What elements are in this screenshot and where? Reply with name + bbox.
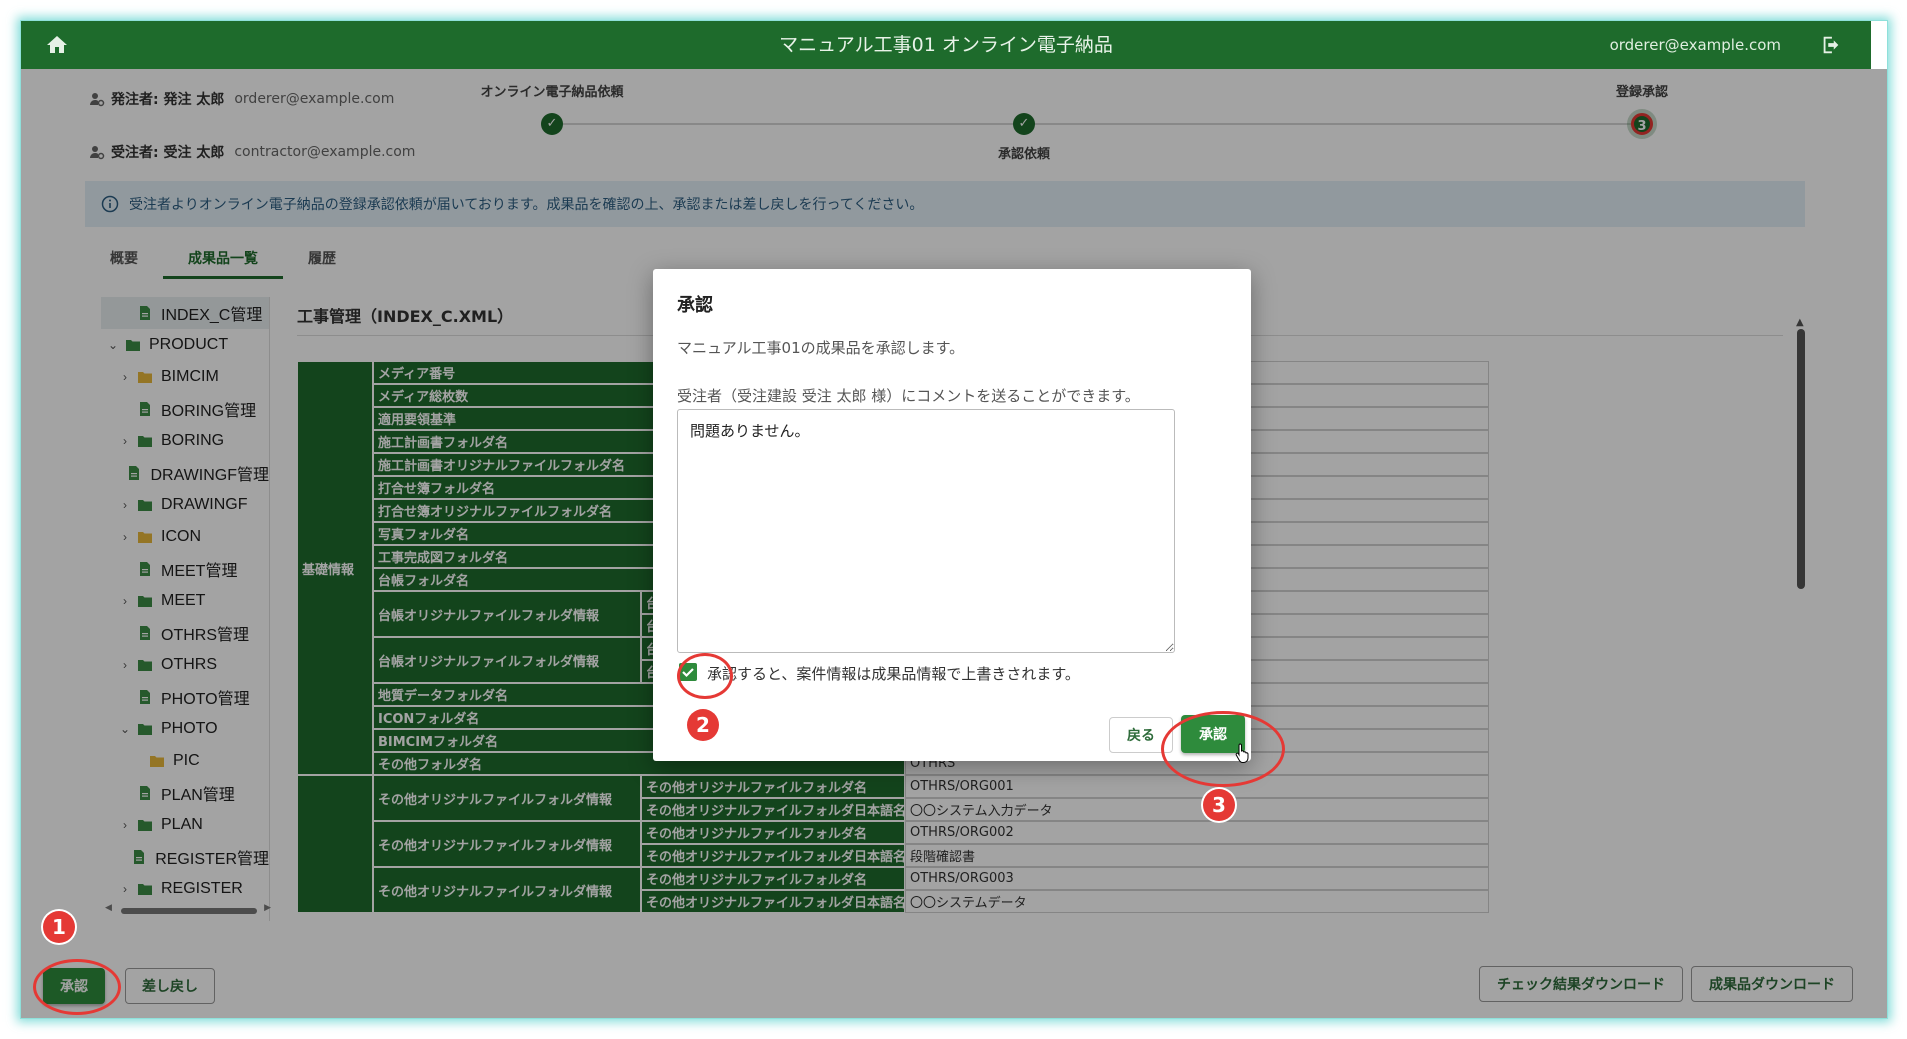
annotation-badge-2: 2 bbox=[687, 709, 719, 741]
app-header: マニュアル工事01 オンライン電子納品 orderer@example.com bbox=[21, 21, 1871, 69]
annotation-badge-3: 3 bbox=[1203, 789, 1235, 821]
user-email: orderer@example.com bbox=[1609, 36, 1781, 54]
dialog-title: 承認 bbox=[677, 295, 713, 316]
checkbox-label: 承認すると、案件情報は成果品情報で上書きされます。 bbox=[707, 665, 1080, 683]
annotation-ring-3 bbox=[1161, 711, 1285, 787]
annotation-badge-1: 1 bbox=[43, 911, 75, 943]
comment-prompt: 受注者（受注建設 受注 太郎 様）にコメントを送ることができます。 bbox=[677, 387, 1140, 405]
app-window: マニュアル工事01 オンライン電子納品 orderer@example.com … bbox=[20, 20, 1888, 1019]
page-title: マニュアル工事01 オンライン電子納品 bbox=[779, 34, 1113, 56]
comment-textarea[interactable]: 問題ありません。 bbox=[677, 409, 1175, 653]
annotation-ring-2 bbox=[677, 653, 733, 699]
annotation-ring-1 bbox=[33, 959, 121, 1015]
approve-dialog: 承認 マニュアル工事01の成果品を承認します。 受注者（受注建設 受注 太郎 様… bbox=[653, 269, 1251, 763]
dialog-message: マニュアル工事01の成果品を承認します。 bbox=[677, 339, 965, 357]
logout-icon[interactable] bbox=[1819, 34, 1843, 56]
